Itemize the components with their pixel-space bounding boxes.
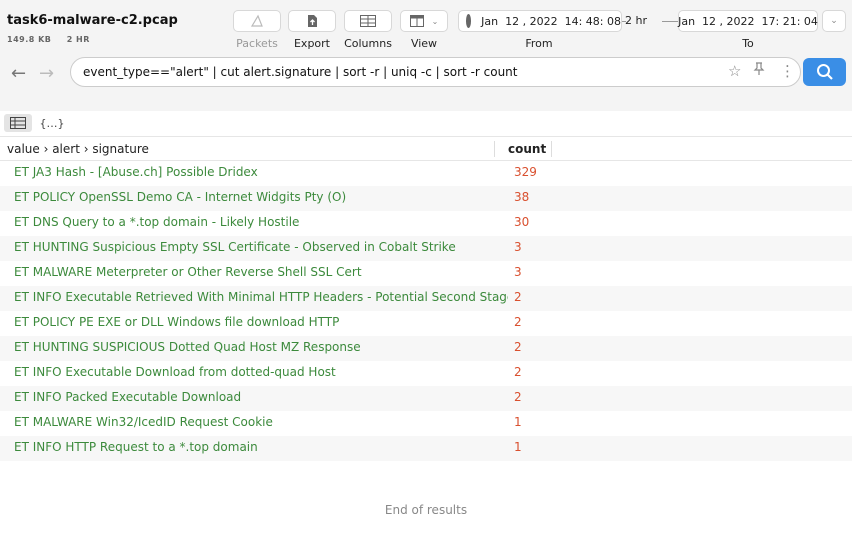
chevron-down-icon: ⌄ (431, 16, 439, 26)
tab-json-view[interactable]: {…} (38, 114, 66, 132)
clock-icon (466, 14, 476, 28)
signature-cell[interactable]: ET HUNTING Suspicious Empty SSL Certific… (14, 240, 508, 254)
to-date-value: Jan 12 , 2022 17: 21: 04 (678, 14, 818, 28)
columns-icon (360, 15, 376, 27)
layout-icon (409, 15, 424, 27)
more-options-icon[interactable]: ⋮ (780, 62, 795, 80)
column-header-signature[interactable]: value › alert › signature (7, 142, 149, 156)
count-cell[interactable]: 1 (514, 440, 522, 454)
search-input[interactable]: event_type=="alert" | cut alert.signatur… (83, 65, 518, 79)
shark-fin-icon (250, 14, 263, 27)
signature-cell[interactable]: ET INFO Packed Executable Download (14, 390, 508, 404)
table-row[interactable]: ET MALWARE Win32/IcedID Request Cookie 1 (0, 411, 852, 436)
from-label: From (525, 37, 553, 50)
column-divider[interactable] (551, 141, 552, 157)
count-cell[interactable]: 2 (514, 365, 522, 379)
count-cell[interactable]: 2 (514, 290, 522, 304)
search-icon (816, 64, 833, 80)
view-label: View (410, 37, 438, 50)
count-cell[interactable]: 2 (514, 315, 522, 329)
to-label: To (742, 37, 754, 50)
export-button[interactable] (288, 10, 336, 32)
signature-cell[interactable]: ET INFO Executable Retrieved With Minima… (14, 290, 508, 304)
view-tabs: {…} (0, 111, 852, 135)
signature-cell[interactable]: ET POLICY PE EXE or DLL Windows file dow… (14, 315, 508, 329)
to-date-picker[interactable]: Jan 12 , 2022 17: 21: 04 (678, 10, 818, 32)
signature-cell[interactable]: ET HUNTING SUSPICIOUS Dotted Quad Host M… (14, 340, 508, 354)
top-toolbar: task6-malware-c2.pcap 149.8 KB 2 HR Pack… (0, 0, 852, 111)
back-arrow-icon[interactable]: ← (11, 63, 26, 84)
star-icon[interactable]: ☆ (728, 62, 741, 80)
from-date-value: Jan 12 , 2022 14: 48: 08 (481, 14, 621, 28)
forward-arrow-icon[interactable]: → (39, 63, 54, 84)
results-table: ET JA3 Hash - [Abuse.ch] Possible Dridex… (0, 161, 852, 461)
table-icon (10, 117, 26, 129)
signature-cell[interactable]: ET JA3 Hash - [Abuse.ch] Possible Dridex (14, 165, 508, 179)
table-row[interactable]: ET JA3 Hash - [Abuse.ch] Possible Dridex… (0, 161, 852, 186)
count-cell[interactable]: 2 (514, 340, 522, 354)
file-duration: 2 HR (66, 35, 90, 44)
end-of-results: End of results (384, 503, 468, 517)
column-header-count[interactable]: count (508, 142, 546, 156)
file-title: task6-malware-c2.pcap (7, 13, 178, 28)
column-divider[interactable] (494, 141, 495, 157)
table-row[interactable]: ET HUNTING SUSPICIOUS Dotted Quad Host M… (0, 336, 852, 361)
table-row[interactable]: ET POLICY OpenSSL Demo CA - Internet Wid… (0, 186, 852, 211)
count-cell[interactable]: 1 (514, 415, 522, 429)
view-button[interactable]: ⌄ (400, 10, 448, 32)
signature-cell[interactable]: ET MALWARE Meterpreter or Other Reverse … (14, 265, 508, 279)
file-size: 149.8 KB (7, 35, 52, 44)
chevron-down-icon: ⌄ (830, 16, 838, 26)
pin-icon[interactable] (753, 62, 765, 80)
export-icon (308, 15, 317, 27)
search-bar[interactable]: event_type=="alert" | cut alert.signatur… (70, 57, 801, 87)
duration-span: 2 hr (625, 14, 647, 27)
table-row[interactable]: ET INFO HTTP Request to a *.top domain 1 (0, 436, 852, 461)
count-cell[interactable]: 3 (514, 265, 522, 279)
count-cell[interactable]: 3 (514, 240, 522, 254)
table-row[interactable]: ET INFO Executable Download from dotted-… (0, 361, 852, 386)
signature-cell[interactable]: ET INFO HTTP Request to a *.top domain (14, 440, 508, 454)
count-cell[interactable]: 30 (514, 215, 529, 229)
search-button[interactable] (803, 58, 846, 86)
count-cell[interactable]: 329 (514, 165, 537, 179)
packets-button[interactable] (233, 10, 281, 32)
table-header: value › alert › signature count (0, 136, 852, 161)
signature-cell[interactable]: ET POLICY OpenSSL Demo CA - Internet Wid… (14, 190, 508, 204)
signature-cell[interactable]: ET INFO Executable Download from dotted-… (14, 365, 508, 379)
table-row[interactable]: ET DNS Query to a *.top domain - Likely … (0, 211, 852, 236)
pin-glyph (753, 62, 765, 75)
tab-table-view[interactable] (4, 114, 32, 132)
signature-cell[interactable]: ET MALWARE Win32/IcedID Request Cookie (14, 415, 508, 429)
table-row[interactable]: ET POLICY PE EXE or DLL Windows file dow… (0, 311, 852, 336)
from-date-picker[interactable]: Jan 12 , 2022 14: 48: 08 (458, 10, 622, 32)
file-meta: 149.8 KB 2 HR (7, 35, 102, 44)
count-cell[interactable]: 38 (514, 190, 529, 204)
columns-button[interactable] (344, 10, 392, 32)
table-row[interactable]: ET INFO Executable Retrieved With Minima… (0, 286, 852, 311)
table-row[interactable]: ET HUNTING Suspicious Empty SSL Certific… (0, 236, 852, 261)
table-row[interactable]: ET MALWARE Meterpreter or Other Reverse … (0, 261, 852, 286)
count-cell[interactable]: 2 (514, 390, 522, 404)
to-dropdown-button[interactable]: ⌄ (822, 10, 846, 32)
signature-cell[interactable]: ET DNS Query to a *.top domain - Likely … (14, 215, 508, 229)
table-row[interactable]: ET INFO Packed Executable Download 2 (0, 386, 852, 411)
